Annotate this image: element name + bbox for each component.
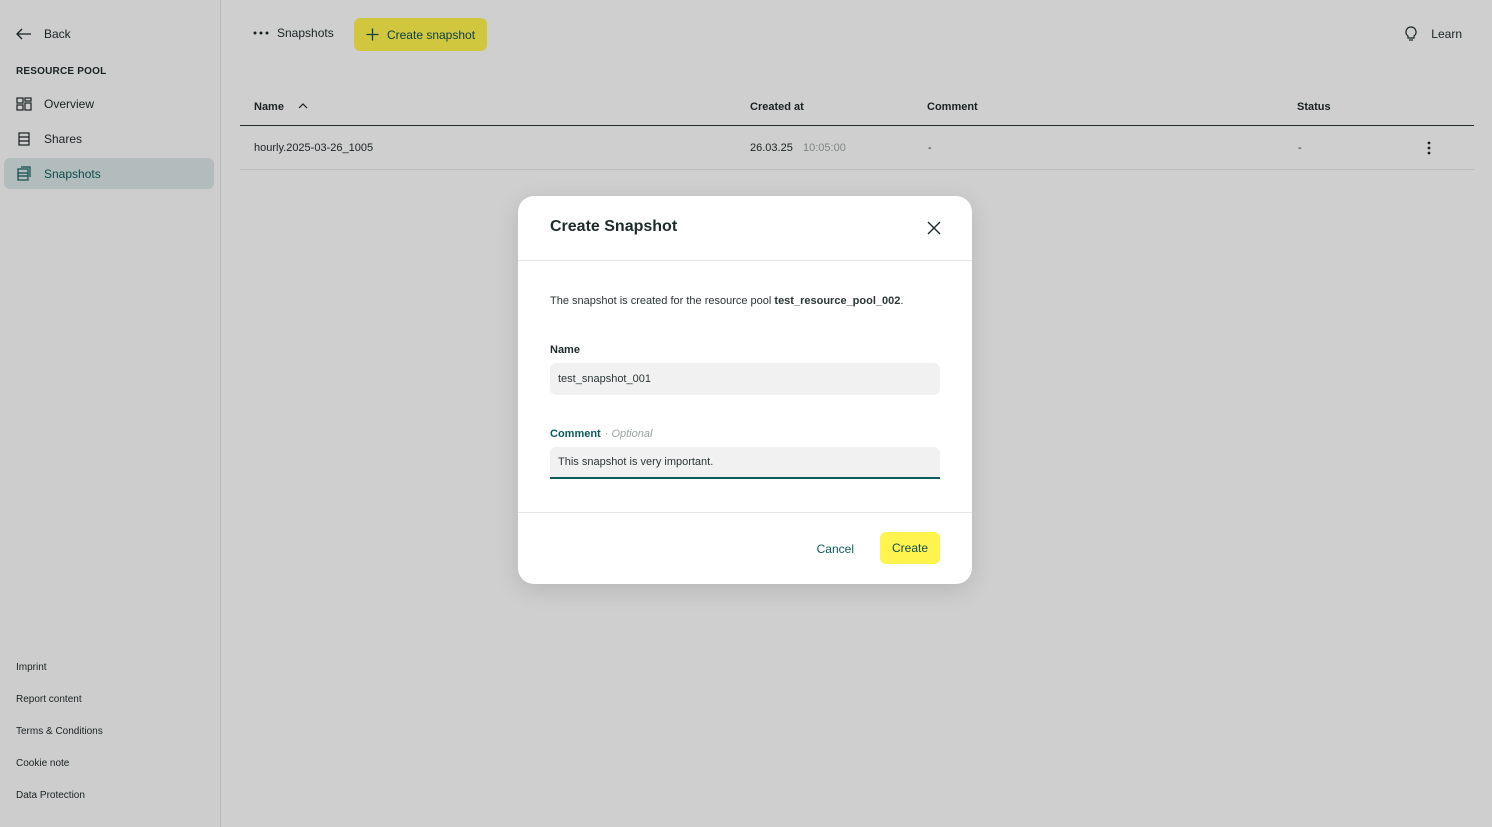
comment-input[interactable] <box>550 447 940 479</box>
create-snapshot-dialog: Create Snapshot The snapshot is created … <box>518 196 972 584</box>
pool-name: test_resource_pool_002 <box>774 295 901 307</box>
optional-hint: · Optional <box>604 428 653 440</box>
cancel-button[interactable]: Cancel <box>817 533 854 565</box>
dialog-description: The snapshot is created for the resource… <box>550 295 903 307</box>
comment-label: Comment · Optional <box>550 428 652 440</box>
dialog-header: Create Snapshot <box>518 196 972 261</box>
description-text: The snapshot is created for the resource… <box>550 295 775 307</box>
create-button[interactable]: Create <box>880 532 940 564</box>
close-icon[interactable] <box>926 220 942 236</box>
dialog-title: Create Snapshot <box>550 218 678 235</box>
name-input[interactable] <box>550 363 940 395</box>
description-suffix: . <box>900 295 904 307</box>
comment-label-text: Comment <box>550 428 601 440</box>
name-label: Name <box>550 344 580 356</box>
dialog-footer: Cancel Create <box>518 512 972 584</box>
